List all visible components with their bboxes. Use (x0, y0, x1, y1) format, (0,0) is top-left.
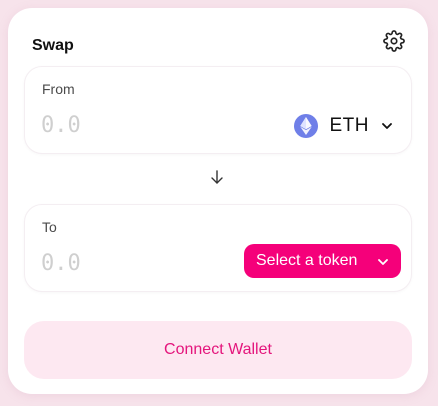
from-amount-input[interactable] (41, 113, 191, 138)
to-label: To (42, 219, 57, 235)
chevron-down-icon (382, 123, 392, 129)
select-token-label: Select a token (256, 252, 358, 269)
from-token-selector[interactable]: ETH (293, 111, 394, 141)
to-amount-input[interactable] (41, 251, 191, 276)
from-token-symbol: ETH (329, 115, 369, 136)
select-token-button[interactable]: Select a token (244, 244, 401, 278)
connect-wallet-button[interactable]: Connect Wallet (24, 321, 412, 379)
from-label: From (42, 81, 75, 97)
chevron-down-icon (378, 259, 388, 265)
swap-card: Swap From ETH To (8, 8, 428, 394)
connect-wallet-label: Connect Wallet (164, 341, 272, 358)
from-panel: From ETH (24, 66, 412, 154)
arrow-down-icon[interactable] (210, 170, 224, 184)
page-title: Swap (32, 37, 74, 54)
swap-header: Swap (32, 30, 405, 58)
ethereum-icon (293, 114, 318, 138)
to-panel: To Select a token (24, 204, 412, 292)
gear-icon[interactable] (383, 30, 405, 52)
